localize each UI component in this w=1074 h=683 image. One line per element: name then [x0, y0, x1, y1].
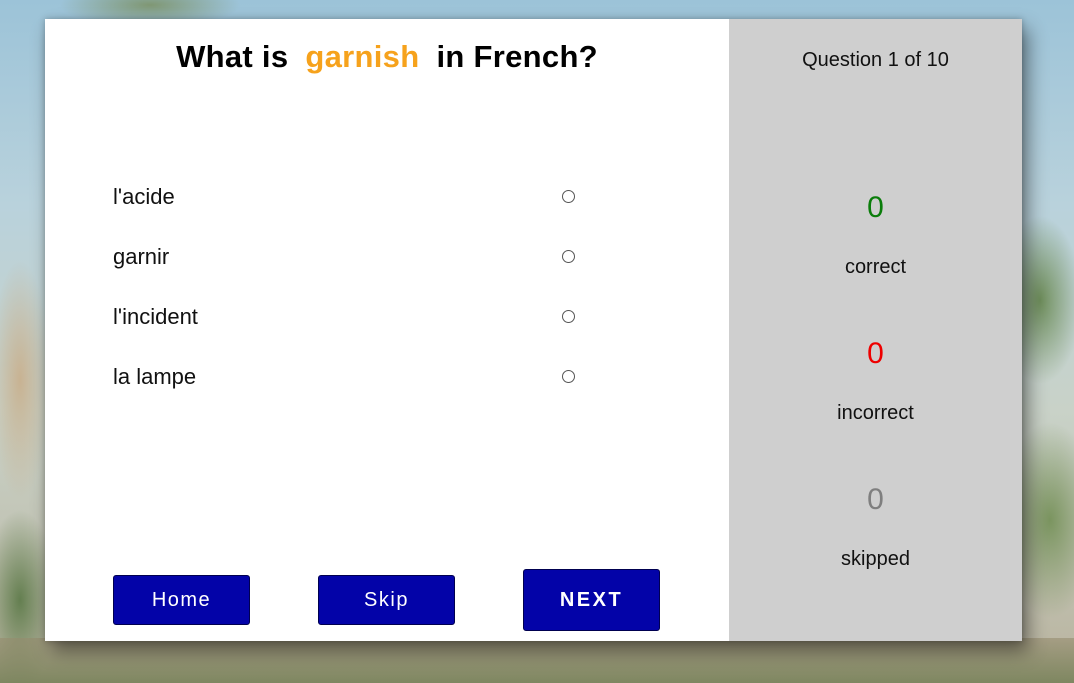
question-suffix: in French? [436, 39, 598, 74]
question-progress: Question 1 of 10 [802, 49, 949, 71]
answer-radio[interactable] [562, 190, 575, 203]
answer-option[interactable]: garnir [113, 227, 583, 287]
answer-label: garnir [113, 244, 170, 269]
quiz-main-panel: What is garnish in French? l'acide garnir … [45, 19, 729, 641]
answer-option[interactable]: l'incident [113, 287, 583, 347]
answer-label: l'acide [113, 184, 175, 209]
question-word: garnish [305, 39, 420, 74]
answer-radio[interactable] [562, 310, 575, 323]
skip-button[interactable]: Skip [318, 575, 455, 625]
question-prefix: What is [176, 39, 289, 74]
answer-radio[interactable] [562, 250, 575, 263]
question-title: What is garnish in French? [45, 39, 729, 75]
incorrect-label: incorrect [837, 402, 914, 424]
score-sidebar: Question 1 of 10 0 correct 0 incorrect 0… [729, 19, 1022, 641]
background-photo [0, 638, 1074, 683]
answer-label: la lampe [113, 364, 197, 389]
answer-list: l'acide garnir l'incident la lampe [113, 167, 583, 407]
home-button[interactable]: Home [113, 575, 250, 625]
answer-option[interactable]: la lampe [113, 347, 583, 407]
correct-label: correct [844, 256, 907, 278]
correct-count: 0 [867, 191, 884, 224]
skipped-count: 0 [867, 483, 884, 516]
answer-radio[interactable] [562, 370, 575, 383]
quiz-card: What is garnish in French? l'acide garnir … [45, 19, 1022, 641]
incorrect-count: 0 [867, 337, 884, 370]
answer-option[interactable]: l'acide [113, 167, 583, 227]
next-button[interactable]: NEXT [523, 569, 660, 631]
skipped-label: skipped [841, 548, 910, 570]
answer-label: l'incident [113, 304, 198, 329]
